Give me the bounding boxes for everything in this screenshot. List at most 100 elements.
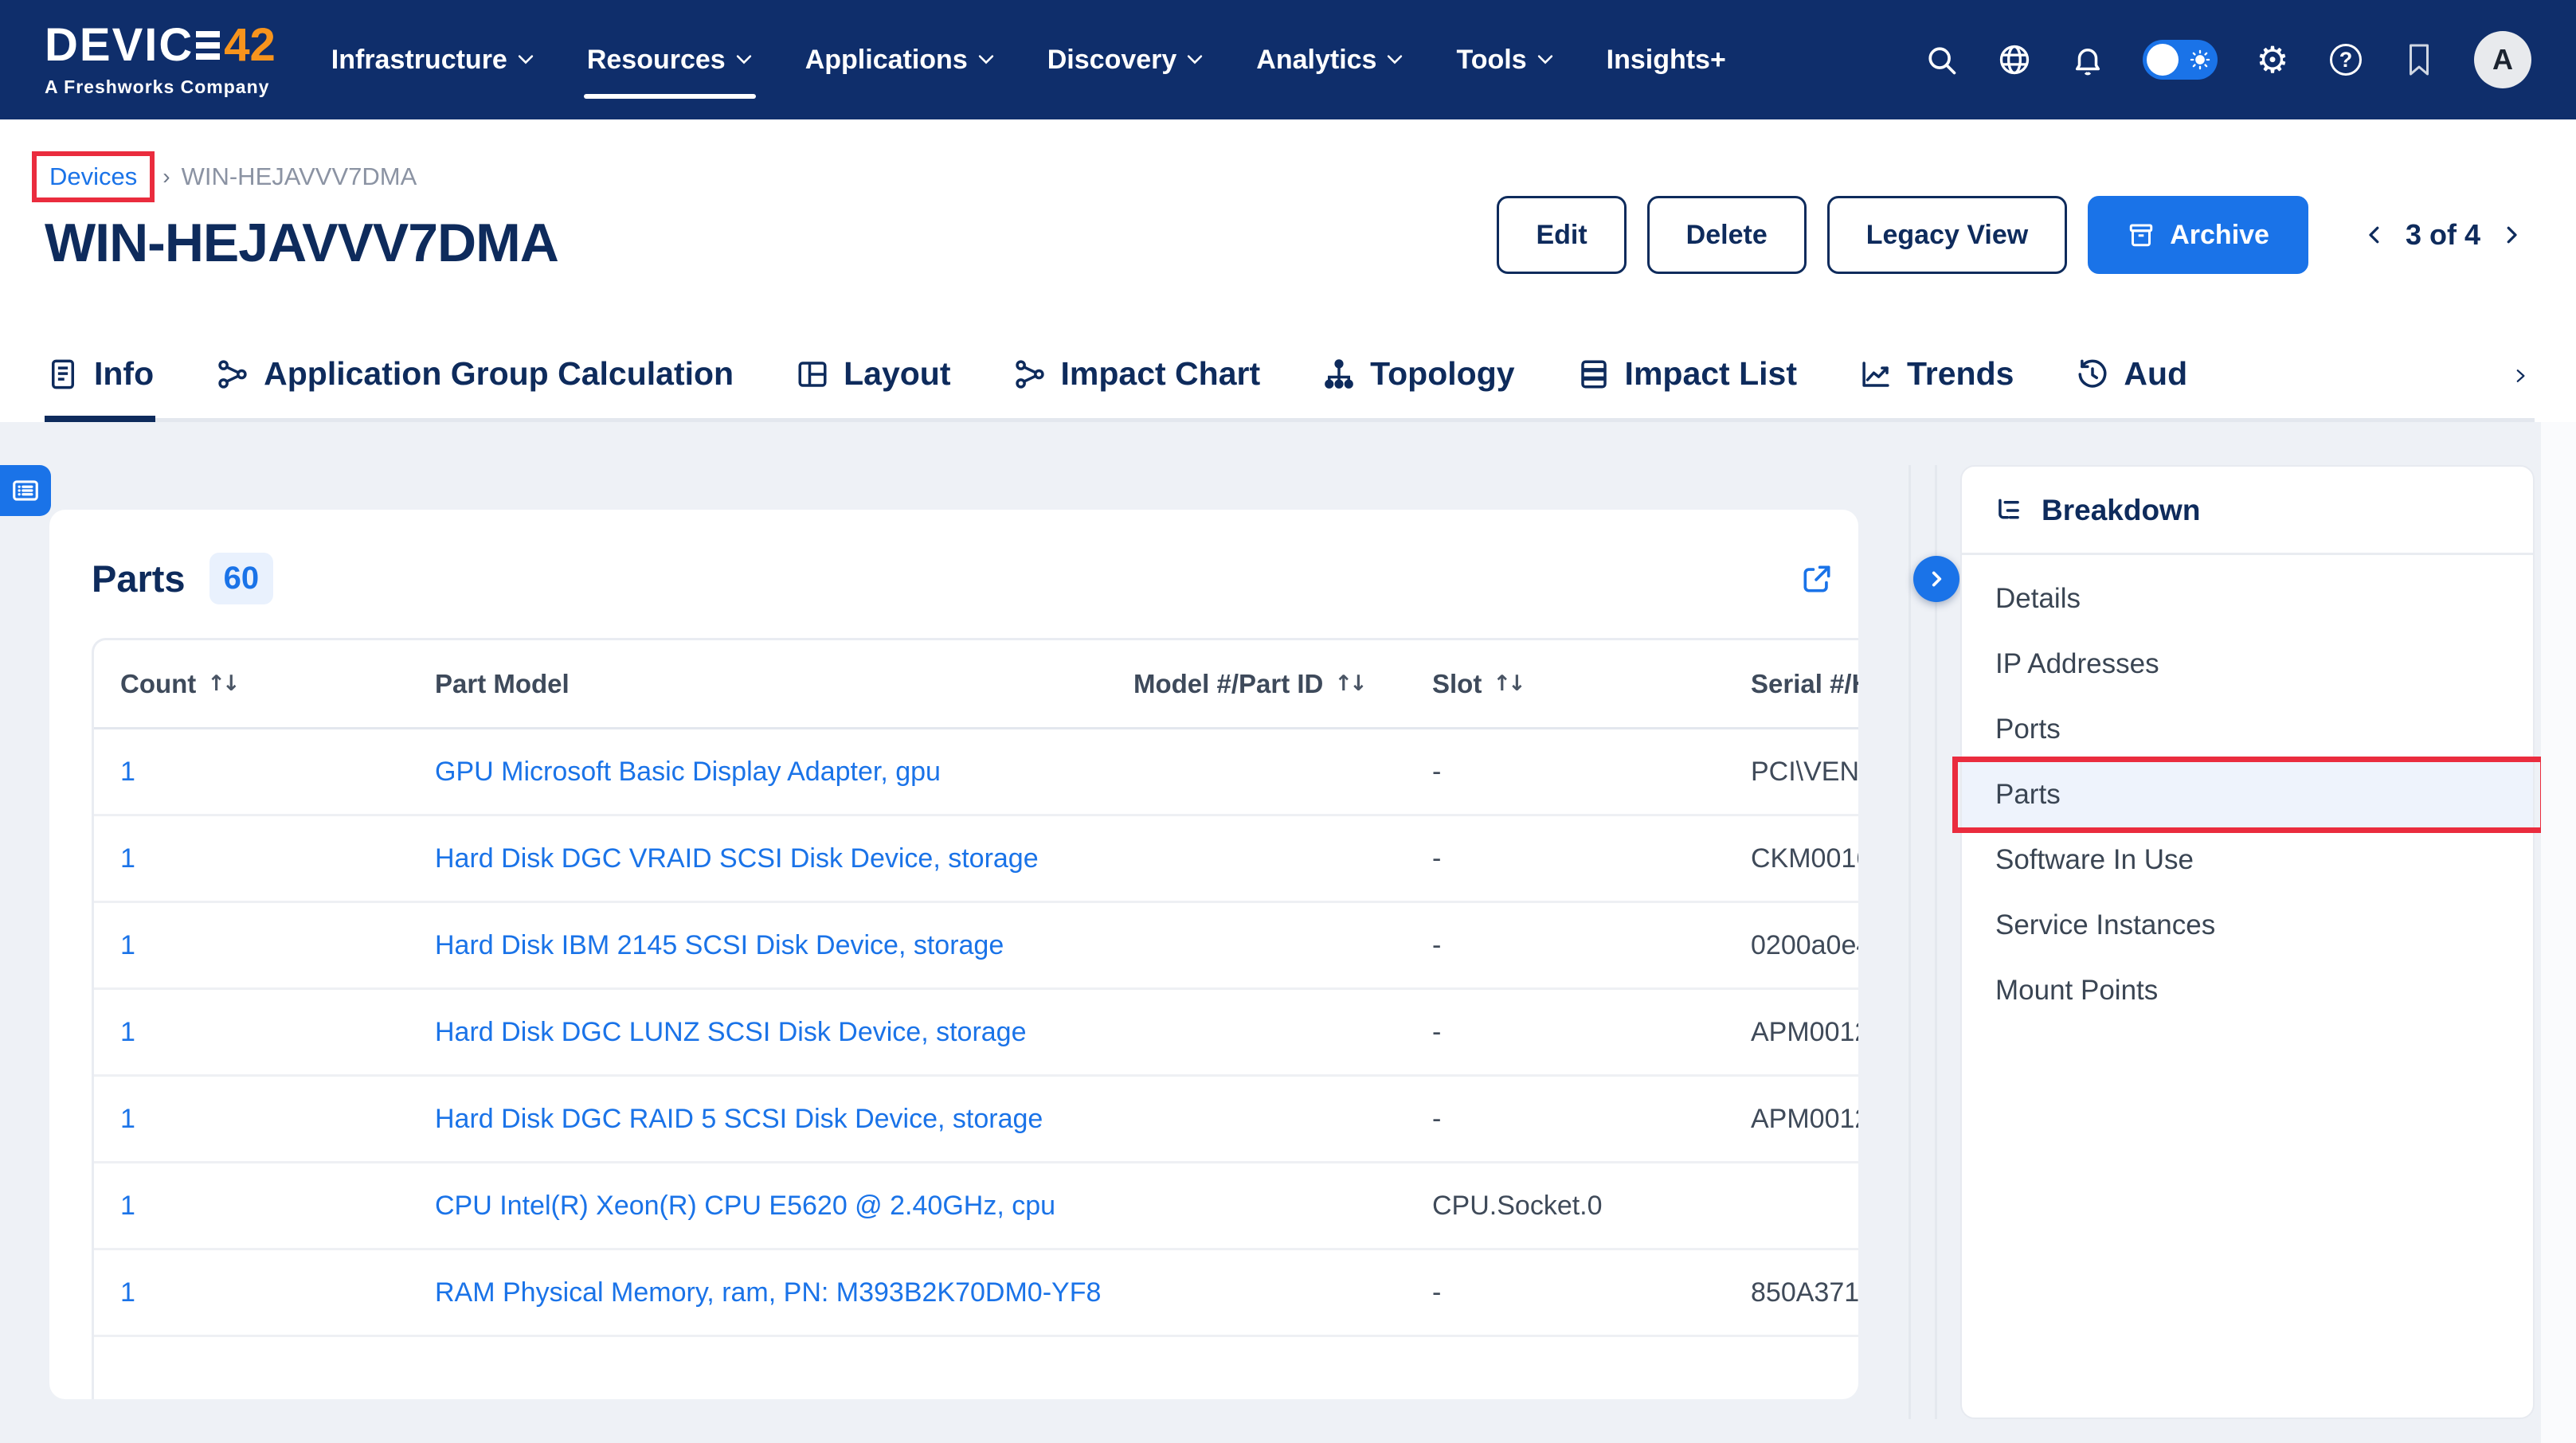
tab-impact-chart[interactable]: Impact Chart	[1012, 336, 1263, 418]
page-scroll-gutter[interactable]	[2541, 422, 2576, 1443]
table-row: 1 Hard Disk DGC RAID 5 SCSI Disk Device,…	[94, 1077, 1858, 1163]
sort-icon[interactable]: ↑↓	[1493, 671, 1522, 696]
avatar[interactable]: A	[2474, 31, 2531, 88]
help-icon[interactable]: ?	[2327, 41, 2364, 78]
topology-icon	[1322, 358, 1356, 391]
nav-item-infrastructure[interactable]: Infrastructure	[331, 0, 534, 119]
part-count-link[interactable]: 1	[120, 757, 135, 787]
legacy-view-button[interactable]: Legacy View	[1827, 196, 2068, 274]
pager-text: 3 of 4	[2406, 218, 2480, 252]
slot-cell: -	[1406, 843, 1725, 874]
slot-cell: -	[1406, 1277, 1725, 1308]
chevron-down-icon	[1186, 54, 1204, 65]
nav-item-resources[interactable]: Resources	[587, 0, 753, 119]
tab-layout[interactable]: Layout	[794, 336, 952, 418]
tab-impact-list[interactable]: Impact List	[1576, 336, 1799, 418]
slot-cell: -	[1406, 757, 1725, 788]
part-model-link[interactable]: Hard Disk IBM 2145 SCSI Disk Device, sto…	[435, 930, 1004, 960]
delete-button[interactable]: Delete	[1647, 196, 1807, 274]
tab-topology[interactable]: Topology	[1321, 336, 1516, 418]
column-header-count: Count ↑↓	[94, 669, 409, 699]
chevron-right-icon[interactable]	[2500, 223, 2523, 247]
part-model-link[interactable]: RAM Physical Memory, ram, PN: M393B2K70D…	[435, 1277, 1101, 1308]
part-model-link[interactable]: CPU Intel(R) Xeon(R) CPU E5620 @ 2.40GHz…	[435, 1191, 1055, 1221]
device42-logo[interactable]: DEVIC 42 A Freshworks Company	[45, 22, 276, 98]
part-model-link[interactable]: GPU Microsoft Basic Display Adapter, gpu	[435, 757, 941, 787]
nav-item-applications[interactable]: Applications	[805, 0, 995, 119]
device-header: Devices › WIN-HEJAVVV7DMA WIN-HEJAVVV7DM…	[0, 119, 2576, 422]
breakdown-item-mount-points[interactable]: Mount Points	[1962, 958, 2533, 1023]
nav-utilities: ⚙ ? A	[1923, 31, 2531, 88]
toggle-knob	[2147, 44, 2179, 76]
nav-item-discovery[interactable]: Discovery	[1047, 0, 1204, 119]
serial-cell: APM00125	[1725, 1104, 1858, 1135]
table-row: 1 GPU Microsoft Basic Display Adapter, g…	[94, 729, 1858, 816]
side-flyout-toggle[interactable]	[0, 465, 51, 516]
breakdown-item-ports[interactable]: Ports	[1962, 697, 2533, 762]
share-network-icon	[216, 358, 249, 391]
slot-cell: -	[1406, 1017, 1725, 1048]
tab-audit[interactable]: Aud	[2074, 336, 2189, 418]
breakdown-item-service-instances[interactable]: Service Instances	[1962, 893, 2533, 958]
part-count-link[interactable]: 1	[120, 1277, 135, 1308]
sort-icon[interactable]: ↑↓	[207, 671, 237, 696]
bell-icon[interactable]	[2069, 41, 2106, 78]
part-model-link[interactable]: Hard Disk DGC LUNZ SCSI Disk Device, sto…	[435, 1017, 1027, 1047]
sun-icon	[2189, 49, 2211, 71]
chevron-left-icon[interactable]	[2363, 223, 2386, 247]
layout-icon	[796, 358, 829, 391]
collapse-panel-button[interactable]	[1913, 556, 1959, 602]
table-row: 1 CPU Intel(R) Xeon(R) CPU E5620 @ 2.40G…	[94, 1163, 1858, 1250]
serial-cell: APM00125	[1725, 1017, 1858, 1048]
nav-item-insights[interactable]: Insights+	[1607, 0, 1726, 119]
breakdown-item-ip-addresses[interactable]: IP Addresses	[1962, 632, 2533, 697]
logo-stylized-e	[196, 31, 220, 60]
breakdown-title: Breakdown	[2042, 494, 2200, 527]
content-area: Parts 60 Count ↑↓ Part Model Model #/Par…	[0, 422, 2576, 1443]
breadcrumb-separator: ›	[162, 164, 170, 190]
list-panel-icon	[10, 475, 41, 506]
chevron-down-icon	[735, 54, 753, 65]
panel-divider	[1935, 465, 1937, 1419]
logo-brand-text: DEVIC	[45, 22, 194, 68]
parts-card: Parts 60 Count ↑↓ Part Model Model #/Par…	[49, 510, 1858, 1399]
part-count-link[interactable]: 1	[120, 1104, 135, 1134]
table-row: 1 Hard Disk DGC LUNZ SCSI Disk Device, s…	[94, 990, 1858, 1077]
part-model-link[interactable]: Hard Disk DGC RAID 5 SCSI Disk Device, s…	[435, 1104, 1043, 1134]
sort-icon[interactable]: ↑↓	[1334, 671, 1364, 696]
chevron-down-icon	[1537, 54, 1554, 65]
column-header-serial: Serial #/H	[1725, 669, 1858, 699]
part-count-link[interactable]: 1	[120, 843, 135, 874]
slot-cell: -	[1406, 1104, 1725, 1135]
chevron-down-icon	[1386, 54, 1403, 65]
part-count-link[interactable]: 1	[120, 930, 135, 960]
tab-application-group-calculation[interactable]: Application Group Calculation	[214, 336, 735, 418]
tab-info[interactable]: Info	[45, 336, 155, 422]
breakdown-item-software-in-use[interactable]: Software In Use	[1962, 827, 2533, 893]
part-count-link[interactable]: 1	[120, 1017, 135, 1047]
share-network-icon	[1013, 358, 1047, 391]
logo-accent-text: 42	[224, 22, 276, 68]
breakdown-item-details[interactable]: Details	[1962, 566, 2533, 632]
part-count-link[interactable]: 1	[120, 1191, 135, 1221]
archive-button[interactable]: Archive	[2088, 196, 2308, 274]
edit-button[interactable]: Edit	[1497, 196, 1626, 274]
bookmark-icon[interactable]	[2401, 41, 2437, 78]
nav-item-analytics[interactable]: Analytics	[1256, 0, 1403, 119]
theme-toggle[interactable]	[2143, 40, 2218, 80]
globe-icon[interactable]	[1996, 41, 2033, 78]
breakdown-item-parts[interactable]: Parts	[1962, 762, 2533, 827]
breadcrumb-devices-link[interactable]: Devices	[49, 162, 137, 191]
table-row: 1 Hard Disk DGC VRAID SCSI Disk Device, …	[94, 816, 1858, 903]
annotation-highlight-devices: Devices	[32, 151, 155, 202]
page-title: WIN-HEJAVVV7DMA	[45, 212, 558, 274]
document-icon	[46, 358, 80, 391]
tab-trends[interactable]: Trends	[1858, 336, 2015, 418]
serial-cell: PCI\VEN_1	[1725, 757, 1858, 788]
search-icon[interactable]	[1923, 41, 1959, 78]
nav-item-tools[interactable]: Tools	[1456, 0, 1553, 119]
more-tabs-chevron-icon[interactable]	[2507, 362, 2535, 418]
open-in-new-icon[interactable]	[1799, 561, 1834, 596]
part-model-link[interactable]: Hard Disk DGC VRAID SCSI Disk Device, st…	[435, 843, 1039, 874]
gear-icon[interactable]: ⚙	[2254, 41, 2291, 78]
